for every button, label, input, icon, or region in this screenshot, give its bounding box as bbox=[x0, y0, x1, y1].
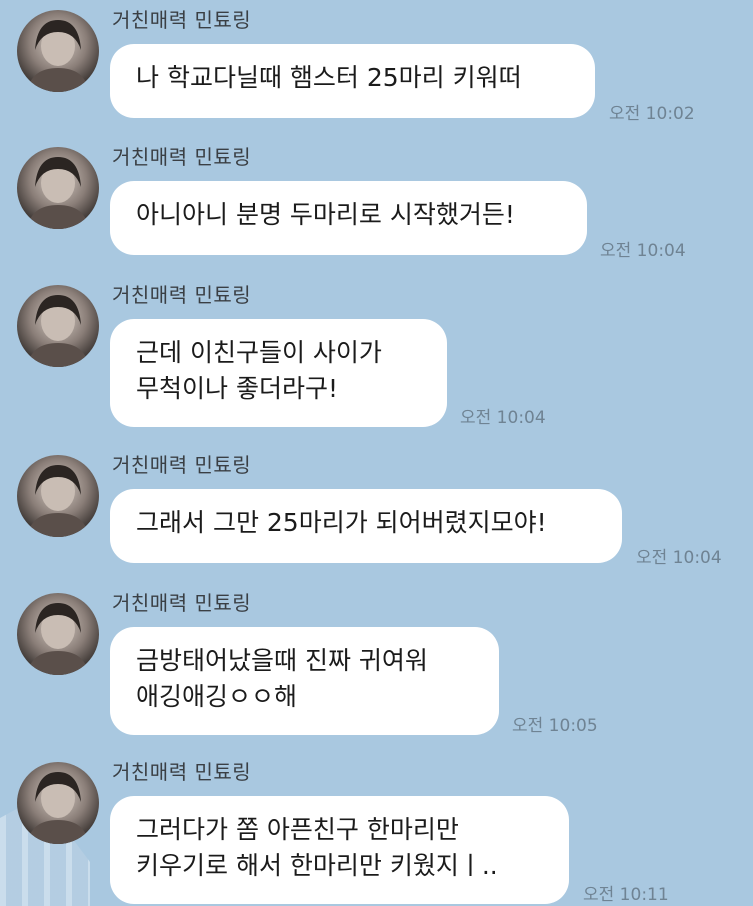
message-bubble[interactable]: 그래서 그만 25마리가 되어버렸지모야! bbox=[110, 489, 622, 563]
message-row: 거친매력 민툐링 근데 이친구들이 사이가 무척이나 좋더라구! 오전 10:0… bbox=[0, 279, 753, 439]
message-bubble[interactable]: 아니아니 분명 두마리로 시작했거든! bbox=[110, 181, 587, 255]
sender-name: 거친매력 민툐링 bbox=[112, 760, 252, 784]
message-row: 거친매력 민툐링 그러다가 쫌 아픈친구 한마리만 키우기로 해서 한마리만 키… bbox=[0, 756, 753, 906]
sender-name: 거친매력 민툐링 bbox=[112, 591, 252, 615]
message-timestamp: 오전 10:02 bbox=[609, 104, 695, 124]
sender-name: 거친매력 민툐링 bbox=[112, 283, 252, 307]
message-row: 거친매력 민툐링 나 학교다닐때 햄스터 25마리 키워떠 오전 10:02 bbox=[0, 4, 753, 134]
avatar[interactable] bbox=[17, 10, 99, 92]
message-timestamp: 오전 10:04 bbox=[460, 408, 546, 428]
message-bubble[interactable]: 그러다가 쫌 아픈친구 한마리만 키우기로 해서 한마리만 키웠지ㅣ.. bbox=[110, 796, 569, 904]
avatar[interactable] bbox=[17, 147, 99, 229]
message-row: 거친매력 민툐링 그래서 그만 25마리가 되어버렸지모야! 오전 10:04 bbox=[0, 449, 753, 579]
avatar[interactable] bbox=[17, 762, 99, 844]
message-bubble[interactable]: 나 학교다닐때 햄스터 25마리 키워떠 bbox=[110, 44, 595, 118]
sender-name: 거친매력 민툐링 bbox=[112, 145, 252, 169]
avatar[interactable] bbox=[17, 285, 99, 367]
avatar[interactable] bbox=[17, 593, 99, 675]
message-bubble[interactable]: 금방태어났을때 진짜 귀여워 애깅애깅ㅇㅇ해 bbox=[110, 627, 499, 735]
message-row: 거친매력 민툐링 금방태어났을때 진짜 귀여워 애깅애깅ㅇㅇ해 오전 10:05 bbox=[0, 587, 753, 747]
message-timestamp: 오전 10:04 bbox=[600, 241, 686, 261]
sender-name: 거친매력 민툐링 bbox=[112, 453, 252, 477]
chat-area[interactable]: 거친매력 민툐링 나 학교다닐때 햄스터 25마리 키워떠 오전 10:02 거… bbox=[0, 0, 753, 906]
message-timestamp: 오전 10:04 bbox=[636, 548, 722, 568]
message-row: 거친매력 민툐링 아니아니 분명 두마리로 시작했거든! 오전 10:04 bbox=[0, 141, 753, 271]
message-bubble[interactable]: 근데 이친구들이 사이가 무척이나 좋더라구! bbox=[110, 319, 447, 427]
message-timestamp: 오전 10:05 bbox=[512, 716, 598, 736]
message-timestamp: 오전 10:11 bbox=[583, 885, 669, 905]
sender-name: 거친매력 민툐링 bbox=[112, 8, 252, 32]
avatar[interactable] bbox=[17, 455, 99, 537]
